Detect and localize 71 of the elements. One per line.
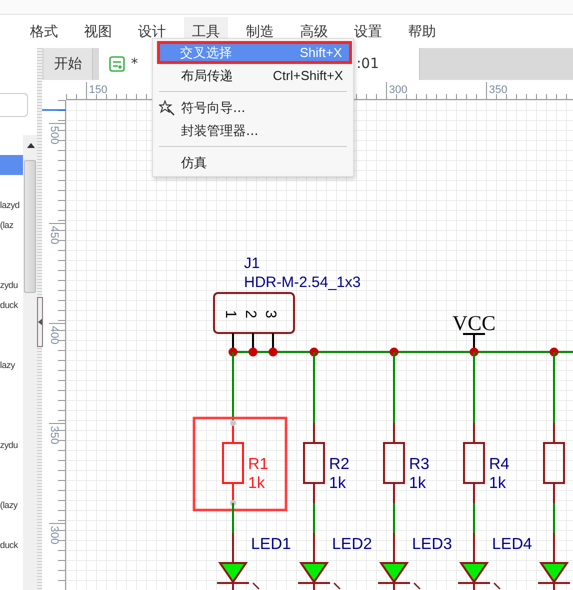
tree-item[interactable]: duck: [0, 535, 23, 555]
resistor-symbol[interactable]: [303, 423, 325, 503]
resistor-symbol[interactable]: [222, 423, 244, 503]
junction-dot: [268, 348, 278, 356]
ruler-label: 150: [89, 84, 108, 96]
scrollbar[interactable]: [23, 135, 38, 590]
tree-item[interactable]: lazyd: [0, 195, 23, 215]
tree-item[interactable]: (lazy: [0, 495, 23, 515]
tree-item[interactable]: zydu: [0, 275, 23, 295]
ruler-label: 450: [48, 226, 60, 244]
resistor-symbol[interactable]: [463, 423, 485, 503]
junction-dot: [228, 348, 238, 356]
tab-label: *: [131, 56, 138, 72]
wand-icon: [159, 100, 177, 116]
wire: [313, 503, 315, 533]
ruler-label: 400: [48, 326, 60, 344]
wire: [393, 503, 395, 533]
menu-item[interactable]: 视图: [76, 16, 120, 46]
menu-item[interactable]: 格式: [22, 16, 66, 46]
junction-dot: [550, 348, 558, 356]
schematic-icon: [109, 56, 125, 72]
search-field[interactable]: [0, 93, 28, 117]
tree-item[interactable]: zydu: [0, 435, 23, 455]
designator-label: LED1: [251, 536, 292, 553]
power-label: VCC: [452, 311, 496, 335]
designator-label: LED2: [332, 536, 372, 553]
ruler-label: 500: [48, 126, 60, 144]
designator-label: R4: [489, 456, 510, 473]
pin-number: 1: [222, 310, 239, 318]
pin-marker: [230, 420, 236, 426]
ruler-label: 350: [48, 426, 60, 444]
ruler-label: 300: [389, 84, 408, 96]
ruler-label: 350: [489, 84, 508, 96]
designator-label: LED3: [412, 536, 452, 553]
junction-dot: [248, 348, 258, 356]
designator-label: J1: [244, 255, 260, 272]
part-label: HDR-M-2.54_1x3: [244, 274, 361, 291]
scrollbar-thumb[interactable]: [24, 160, 36, 293]
pin-number: 2: [242, 310, 259, 318]
wire: [473, 503, 475, 533]
pin-number: 3: [262, 310, 279, 318]
resistor-symbol[interactable]: [383, 423, 405, 503]
tree-item[interactable]: lazy: [0, 355, 23, 375]
wire: [232, 503, 234, 533]
ruler-label: 300: [48, 526, 60, 544]
resistor-symbol[interactable]: [543, 423, 565, 503]
designator-label: LED4: [492, 536, 532, 553]
wire: [553, 503, 555, 533]
menu-item[interactable]: 帮助: [400, 16, 444, 46]
menu-item[interactable]: 符号向导...: [153, 96, 353, 119]
menu-item[interactable]: 布局传递 Ctrl+Shift+X: [153, 64, 353, 87]
pin-marker: [230, 500, 236, 506]
tree-item[interactable]: (laz: [0, 215, 23, 235]
designator-label: R2: [329, 456, 350, 473]
designator-label: R3: [409, 456, 430, 473]
scroll-up-icon[interactable]: [27, 143, 35, 148]
tab-label: :01: [356, 56, 379, 72]
tree-item[interactable]: duck: [0, 295, 23, 315]
junction-dot: [390, 348, 398, 356]
led-symbol: [538, 533, 570, 590]
menu-item[interactable]: 仿真: [153, 151, 353, 174]
value-label: 1k: [489, 475, 506, 492]
designator-label: R1: [248, 456, 268, 473]
value-label: 1k: [329, 475, 346, 492]
tab[interactable]: 开始: [44, 48, 93, 80]
junction-dot: [470, 348, 478, 356]
junction-dot: [310, 348, 318, 356]
value-label: 1k: [248, 475, 265, 492]
tab-label: 开始: [54, 55, 82, 73]
menu-item[interactable]: 封装管理器...: [153, 119, 353, 142]
value-label: 1k: [409, 475, 426, 492]
